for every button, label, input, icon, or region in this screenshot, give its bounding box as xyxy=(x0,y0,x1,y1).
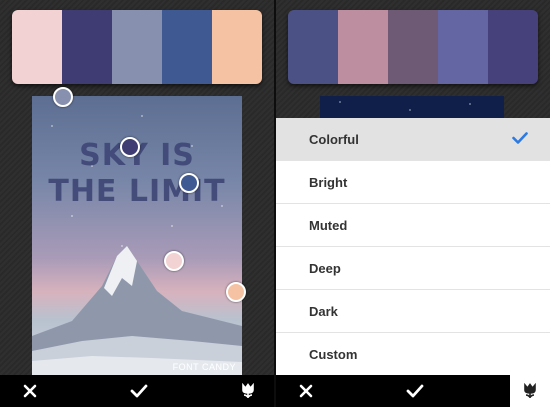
palette-style-menu: Colorful Bright Muted Deep Dark Custom xyxy=(276,118,550,376)
color-picker-handle[interactable] xyxy=(164,251,184,271)
palette-swatch[interactable] xyxy=(438,10,488,84)
palette-swatch[interactable] xyxy=(338,10,388,84)
color-picker-handle[interactable] xyxy=(120,137,140,157)
palette-swatch[interactable] xyxy=(62,10,112,84)
menu-item-label: Muted xyxy=(309,217,348,233)
menu-item-label: Deep xyxy=(309,260,341,276)
color-picker-handle[interactable] xyxy=(53,87,73,107)
palette-swatch[interactable] xyxy=(288,10,338,84)
poster-image: SKY IS THE LIMIT FONT CANDY xyxy=(32,96,242,376)
tulip-icon[interactable] xyxy=(234,377,262,405)
menu-item-bright[interactable]: Bright xyxy=(276,161,550,204)
palette-swatch[interactable] xyxy=(12,10,62,84)
palette-swatch[interactable] xyxy=(488,10,538,84)
color-palette xyxy=(12,10,262,84)
mountain-illustration xyxy=(32,246,242,376)
color-picker-handle[interactable] xyxy=(179,173,199,193)
brand-watermark: FONT CANDY xyxy=(172,362,236,372)
menu-item-dark[interactable]: Dark xyxy=(276,290,550,333)
close-icon[interactable] xyxy=(292,377,320,405)
bottom-toolbar xyxy=(276,375,550,407)
poster-image-peek xyxy=(320,96,504,118)
palette-swatch[interactable] xyxy=(112,10,162,84)
poster-title-line2: THE LIMIT xyxy=(48,174,226,209)
menu-item-deep[interactable]: Deep xyxy=(276,247,550,290)
palette-swatch[interactable] xyxy=(212,10,262,84)
palette-swatch[interactable] xyxy=(388,10,438,84)
menu-item-label: Dark xyxy=(309,303,338,319)
menu-item-colorful[interactable]: Colorful xyxy=(276,118,550,161)
left-screen: SKY IS THE LIMIT FONT CANDY xyxy=(0,0,274,407)
menu-item-label: Custom xyxy=(309,346,358,362)
menu-item-muted[interactable]: Muted xyxy=(276,204,550,247)
checkmark-icon xyxy=(512,131,528,147)
color-palette xyxy=(288,10,538,84)
right-screen: Colorful Bright Muted Deep Dark Custom xyxy=(276,0,550,407)
checkmark-icon[interactable] xyxy=(125,377,153,405)
menu-item-label: Bright xyxy=(309,174,348,190)
tulip-icon[interactable] xyxy=(510,375,550,407)
bottom-toolbar xyxy=(0,375,274,407)
color-picker-handle[interactable] xyxy=(226,282,246,302)
menu-item-custom[interactable]: Custom xyxy=(276,333,550,376)
menu-item-label: Colorful xyxy=(309,131,359,147)
palette-swatch[interactable] xyxy=(162,10,212,84)
checkmark-icon[interactable] xyxy=(401,377,429,405)
close-icon[interactable] xyxy=(16,377,44,405)
